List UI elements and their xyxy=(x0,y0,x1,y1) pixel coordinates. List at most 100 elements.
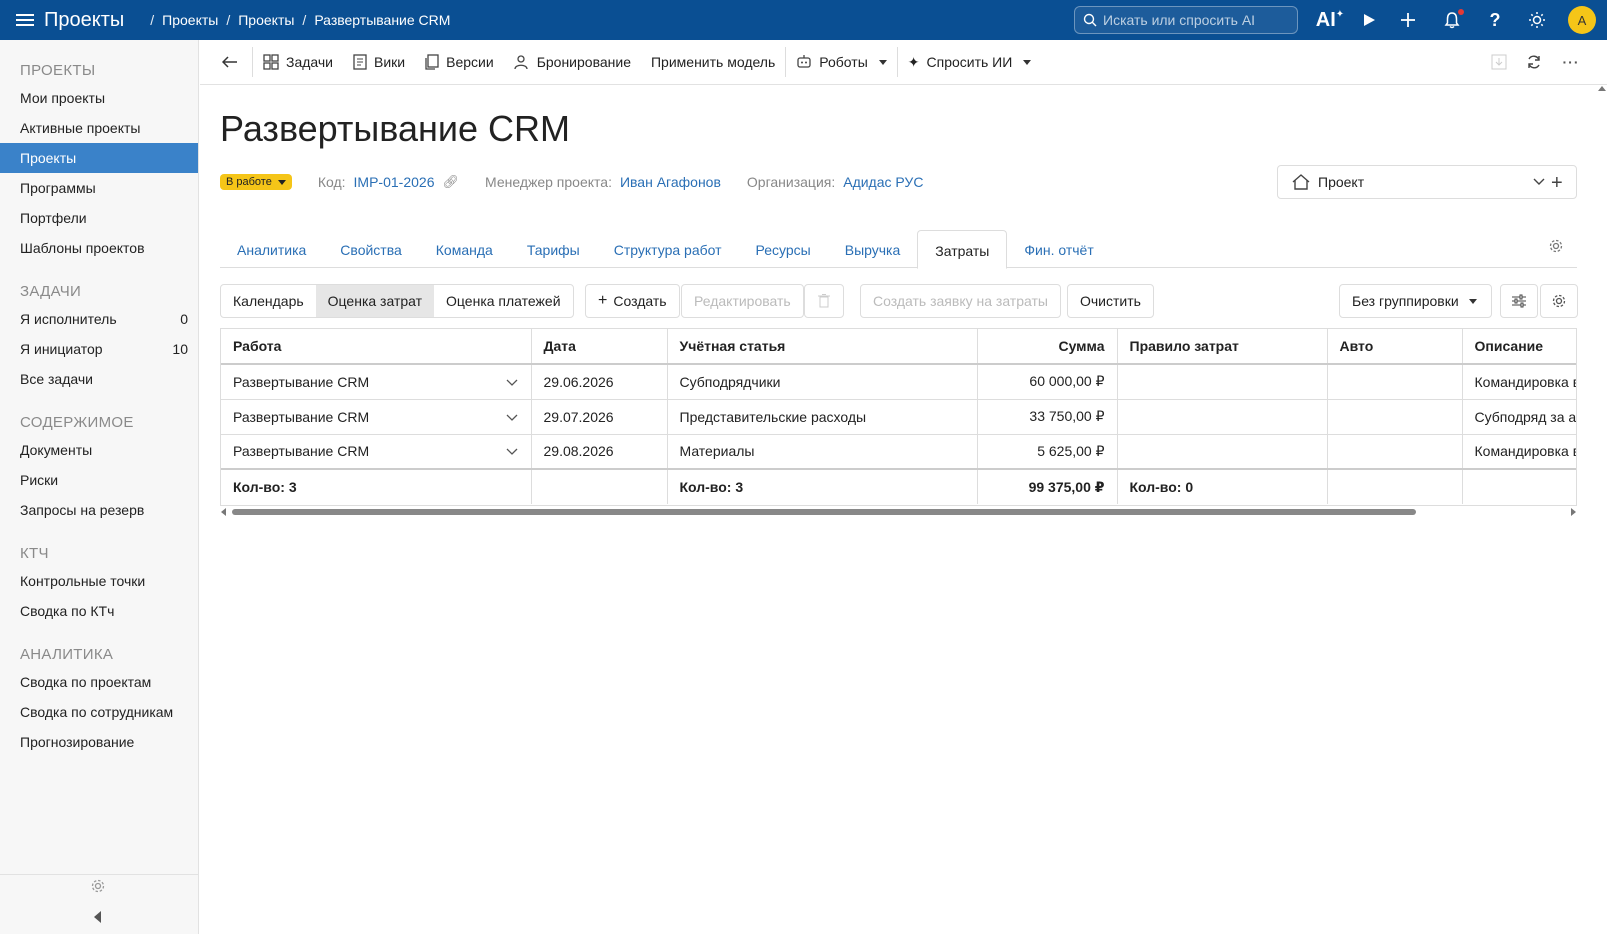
sidebar-item-checkpoint-summary[interactable]: Сводка по КТч xyxy=(0,596,198,626)
sidebar-item-forecasting[interactable]: Прогнозирование xyxy=(0,727,198,757)
plus-icon[interactable] xyxy=(1396,8,1420,32)
view-payment-estimate[interactable]: Оценка платежей xyxy=(434,285,572,317)
play-icon[interactable] xyxy=(1357,8,1381,32)
sidebar-item-templates[interactable]: Шаблоны проектов xyxy=(0,233,198,263)
work-cell[interactable]: Развертывание CRM xyxy=(221,399,532,435)
description-cell: Командировка в xyxy=(1462,364,1576,400)
tab-wbs[interactable]: Структура работ xyxy=(597,230,739,268)
date-cell: 29.07.2026 xyxy=(531,399,668,435)
menu-icon[interactable] xyxy=(16,14,34,26)
work-cell[interactable]: Развертывание CRM xyxy=(221,364,532,400)
versions-button[interactable]: Версии xyxy=(415,47,504,77)
edit-button[interactable]: Редактировать xyxy=(681,284,804,318)
sidebar-item-all-tasks[interactable]: Все задачи xyxy=(0,364,198,394)
link-icon[interactable]: 🔗︎ xyxy=(442,174,459,190)
scroll-left-icon[interactable] xyxy=(221,508,226,516)
sidebar-item-portfolios[interactable]: Портфели xyxy=(0,203,198,233)
tab-resources[interactable]: Ресурсы xyxy=(739,230,828,268)
description-cell: Субподряд за аг xyxy=(1462,399,1576,435)
sidebar-item-checkpoints[interactable]: Контрольные точки xyxy=(0,566,198,596)
collapse-sidebar-icon[interactable] xyxy=(94,911,101,923)
sidebar-item-documents[interactable]: Документы xyxy=(0,435,198,465)
wiki-button[interactable]: Вики xyxy=(343,47,415,77)
table-row[interactable]: Развертывание CRM 29.07.2026 Представите… xyxy=(221,399,1576,435)
arrow-left-icon xyxy=(222,56,237,68)
breadcrumb-item[interactable]: Проекты xyxy=(162,12,218,28)
scroll-right-icon[interactable] xyxy=(1571,508,1576,516)
sidebar-item-assignee[interactable]: Я исполнитель 0 xyxy=(0,304,198,334)
project-type-select[interactable]: Проект + xyxy=(1277,165,1577,199)
horizontal-scrollbar[interactable] xyxy=(220,507,1577,517)
status-badge[interactable]: В работе xyxy=(220,174,292,190)
top-bar: Проекты / Проекты / Проекты / Развертыва… xyxy=(0,0,1607,40)
view-calendar[interactable]: Календарь xyxy=(221,285,316,317)
table-row[interactable]: Развертывание CRM 29.08.2026 Материалы 5… xyxy=(221,434,1576,470)
gear-icon[interactable] xyxy=(90,878,106,897)
column-header[interactable]: Сумма xyxy=(977,329,1118,365)
help-icon[interactable]: ? xyxy=(1483,8,1507,32)
ask-ai-dropdown[interactable]: ✦ Спросить ИИ xyxy=(898,47,1042,77)
organization-link[interactable]: Адидас РУС xyxy=(843,174,923,190)
ai-assistant-button[interactable]: AI ✦ xyxy=(1313,8,1347,32)
sidebar-item-projects[interactable]: Проекты xyxy=(0,143,198,173)
app-title[interactable]: Проекты xyxy=(44,9,124,32)
column-header[interactable]: Дата xyxy=(531,329,668,365)
download-icon[interactable] xyxy=(1485,48,1513,76)
bell-icon[interactable] xyxy=(1440,8,1464,32)
column-header[interactable]: Работа xyxy=(221,329,532,365)
work-cell[interactable]: Развертывание CRM xyxy=(221,434,532,470)
clear-button[interactable]: Очистить xyxy=(1067,284,1154,318)
more-icon[interactable]: ··· xyxy=(1557,48,1585,76)
tab-costs[interactable]: Затраты xyxy=(917,230,1008,269)
column-header[interactable]: Описание xyxy=(1462,329,1576,365)
caret-down-icon xyxy=(1468,298,1477,304)
project-code[interactable]: IMP-01-2026 xyxy=(354,174,435,190)
refresh-icon[interactable] xyxy=(1520,48,1548,76)
sidebar-item-programs[interactable]: Программы xyxy=(0,173,198,203)
sidebar-item-active-projects[interactable]: Активные проекты xyxy=(0,113,198,143)
sidebar-item-project-summary[interactable]: Сводка по проектам xyxy=(0,667,198,697)
back-button[interactable] xyxy=(200,47,252,77)
avatar[interactable]: А xyxy=(1568,6,1596,34)
column-header[interactable]: Учётная статья xyxy=(667,329,978,365)
sidebar-item-risks[interactable]: Риски xyxy=(0,465,198,495)
manager-link[interactable]: Иван Агафонов xyxy=(620,174,721,190)
copy-icon xyxy=(425,54,439,70)
tab-team[interactable]: Команда xyxy=(419,230,510,268)
filter-button[interactable] xyxy=(1500,284,1538,318)
ai-label: AI xyxy=(1315,8,1336,31)
tab-revenue[interactable]: Выручка xyxy=(828,230,918,268)
sidebar-item-employee-summary[interactable]: Сводка по сотрудникам xyxy=(0,697,198,727)
view-cost-estimate[interactable]: Оценка затрат xyxy=(315,285,435,317)
chevron-down-icon[interactable] xyxy=(505,410,519,424)
column-header[interactable]: Авто xyxy=(1327,329,1463,365)
plus-icon[interactable]: + xyxy=(1551,172,1563,195)
tasks-button[interactable]: Задачи xyxy=(253,47,343,77)
booking-button[interactable]: Бронирование xyxy=(504,47,641,77)
search-input[interactable] xyxy=(1103,12,1283,28)
apply-model-button[interactable]: Применить модель xyxy=(641,47,785,77)
grouping-dropdown[interactable]: Без группировки xyxy=(1339,284,1492,318)
tab-analytics[interactable]: Аналитика xyxy=(220,230,323,268)
tab-properties[interactable]: Свойства xyxy=(323,230,418,268)
sidebar-item-initiator[interactable]: Я инициатор 10 xyxy=(0,334,198,364)
create-button[interactable]: + Создать xyxy=(585,284,680,318)
sun-icon[interactable] xyxy=(1525,8,1549,32)
robots-dropdown[interactable]: Роботы xyxy=(786,47,896,77)
sidebar-item-my-projects[interactable]: Мои проекты xyxy=(0,83,198,113)
create-cost-request-button[interactable]: Создать заявку на затраты xyxy=(860,284,1061,318)
table-settings-button[interactable] xyxy=(1540,284,1578,318)
tab-fin-report[interactable]: Фин. отчёт xyxy=(1007,230,1110,268)
column-header[interactable]: Правило затрат xyxy=(1117,329,1328,365)
sidebar-item-reserve-requests[interactable]: Запросы на резерв xyxy=(0,495,198,525)
table-row[interactable]: Развертывание CRM 29.06.2026 Субподрядчи… xyxy=(221,364,1576,400)
chevron-down-icon[interactable] xyxy=(505,375,519,389)
tab-rates[interactable]: Тарифы xyxy=(510,230,597,268)
scroll-up-icon[interactable] xyxy=(1598,86,1606,91)
breadcrumb-item[interactable]: Проекты xyxy=(238,12,294,28)
scrollbar-thumb[interactable] xyxy=(232,509,1416,515)
tabs-settings-icon[interactable] xyxy=(1548,238,1564,257)
search-box[interactable] xyxy=(1074,6,1298,34)
chevron-down-icon[interactable] xyxy=(505,444,519,458)
delete-button[interactable] xyxy=(804,284,844,318)
